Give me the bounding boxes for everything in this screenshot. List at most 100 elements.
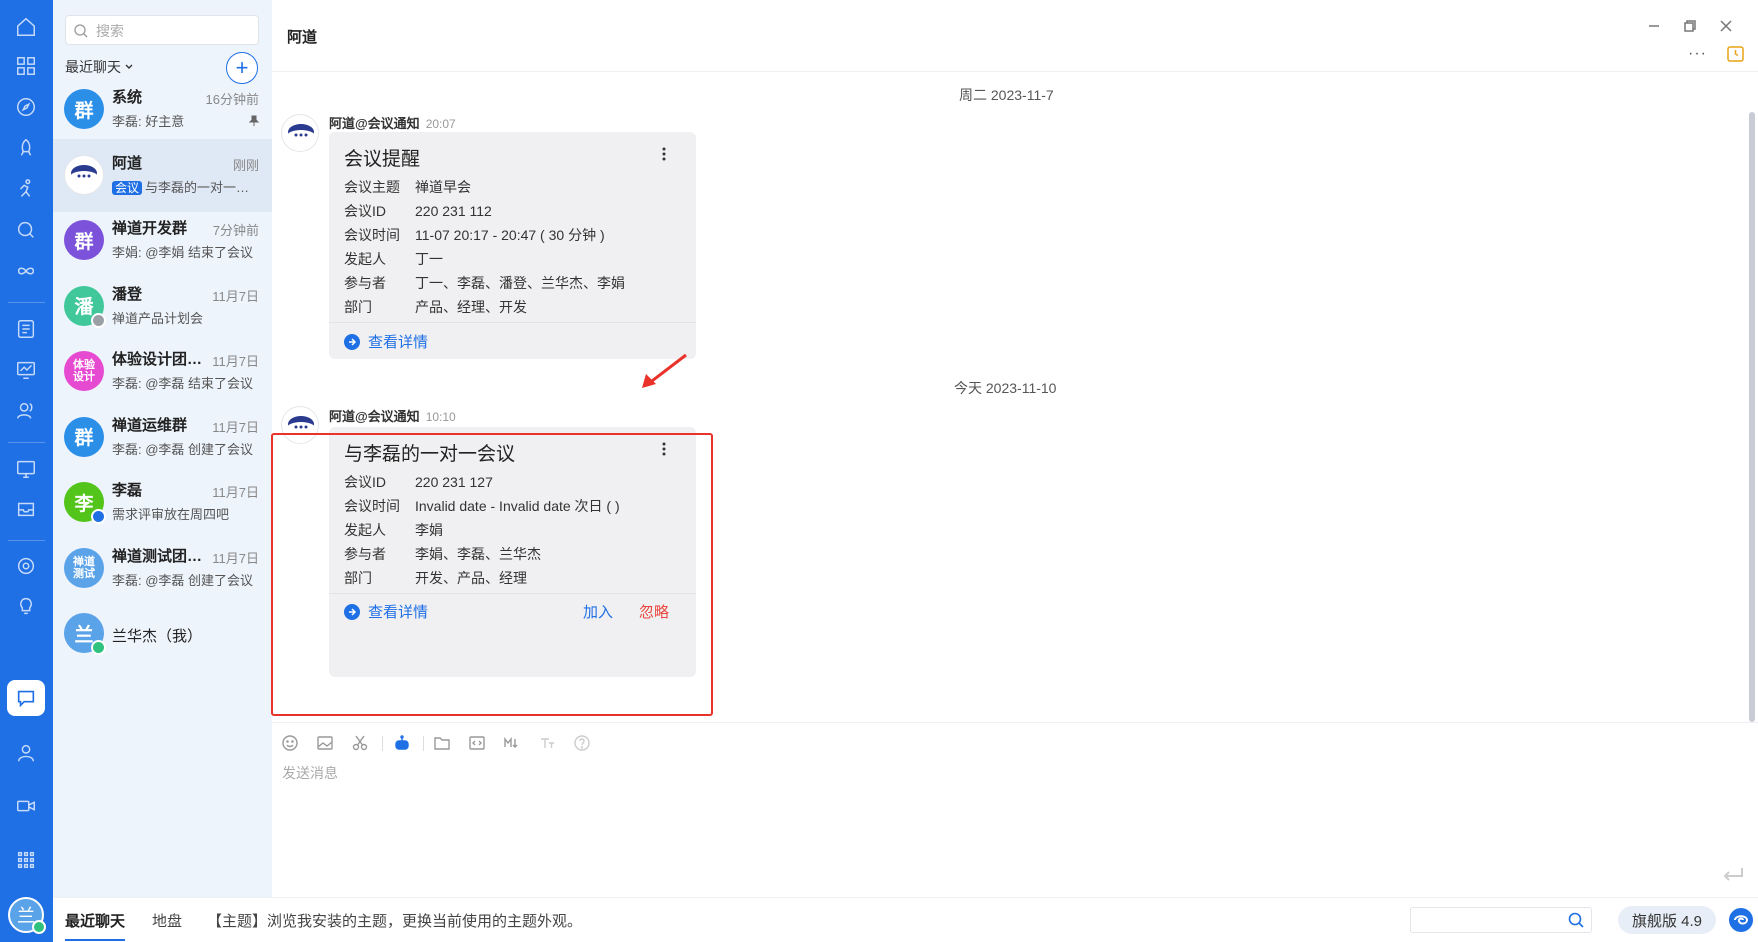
conversation-item[interactable]: 李 李磊 11月7日 需求评审放在周四吧 [53, 466, 272, 539]
conversation-name: 系统 [112, 89, 143, 106]
user-icon[interactable] [13, 740, 39, 766]
apps-grid-icon[interactable] [13, 53, 39, 79]
conversation-name: 潘登 [112, 285, 143, 303]
restore-button[interactable] [1682, 18, 1698, 34]
conversation-item[interactable]: 体验设计 体验设计团队群 11月7日 李磊: @李磊 结束了会议 [53, 335, 272, 408]
chart-screen-icon[interactable] [13, 357, 39, 383]
avatar-text: 群 [74, 100, 94, 122]
card-field-subject: 会议主题 禅道早会 [344, 177, 471, 197]
scissors-icon[interactable] [350, 733, 370, 753]
apps-icon[interactable] [13, 847, 39, 873]
video-icon[interactable] [13, 793, 39, 819]
annotation-highlight-box [271, 433, 713, 716]
tab-dashboard[interactable]: 地盘 [152, 910, 182, 931]
rocket-icon[interactable] [13, 135, 39, 161]
bot-avatar[interactable] [281, 114, 319, 152]
conversation-time: 11月7日 [212, 550, 259, 566]
message-input[interactable] [282, 763, 1682, 863]
toolbar-divider [382, 736, 383, 751]
message-time: 20:07 [425, 117, 456, 131]
chevron-down-icon [125, 64, 133, 69]
conversation-item[interactable]: 群禅道运维群 11月7日 李磊: @李磊 创建了会议 [53, 401, 272, 474]
conversation-time: 11月7日 [212, 485, 259, 500]
theme-tip-text[interactable]: 【主题】浏览我安装的主题，更换当前使用的主题外观。 [207, 910, 582, 931]
search-input[interactable] [96, 21, 246, 41]
left-rail: 兰 [0, 0, 53, 942]
online-status-icon [32, 920, 46, 934]
conversation-item[interactable]: 兰 兰华杰（我） [53, 597, 272, 670]
conversation-item[interactable]: 阿道 刚刚 会议 与李磊的一对一会议 [53, 138, 272, 212]
team-icon[interactable] [13, 398, 39, 424]
search-box[interactable] [65, 15, 259, 45]
tab-recent-chats[interactable]: 最近聊天 [65, 910, 126, 941]
card-field-id: 会议ID 220 231 112 [344, 201, 492, 221]
view-details-link[interactable]: 查看详情 [344, 331, 428, 352]
search-icon [74, 24, 88, 38]
text-format-icon[interactable] [537, 733, 557, 753]
chat-icon[interactable] [7, 680, 45, 716]
rail-divider [8, 540, 45, 541]
arrow-right-circle-icon [344, 333, 360, 350]
oa-screen-icon[interactable] [13, 456, 39, 482]
send-enter-icon[interactable] [1720, 865, 1746, 885]
minimize-button[interactable] [1646, 18, 1662, 34]
version-badge[interactable]: 旗舰版 4.9 [1618, 906, 1716, 934]
user-avatar[interactable]: 兰 [8, 897, 46, 934]
status-search-input[interactable] [1417, 911, 1557, 929]
status-dot-icon [91, 509, 106, 524]
field-key: 会议ID [344, 203, 386, 219]
code-icon[interactable] [467, 733, 487, 753]
reminder-clock-icon[interactable] [1726, 44, 1746, 64]
conversation-item[interactable]: 禅道测试 禅道测试团队群 11月7日 李磊: @李磊 创建了会议 [53, 532, 272, 605]
conversation-avatar: 禅道测试 [64, 547, 104, 588]
conversation-preview: 李磊: @李磊 创建了会议 [112, 570, 262, 589]
more-options-button[interactable]: ··· [1688, 45, 1707, 63]
field-value: 11-07 20:17 - 20:47 ( 30 分钟 ) [415, 227, 605, 243]
sender-name: 阿道@会议通知 [329, 116, 420, 131]
emoji-icon[interactable] [280, 733, 300, 753]
conversation-preview: 需求评审放在周四吧 [112, 504, 262, 523]
zentao-logo-icon[interactable] [1728, 907, 1754, 933]
conversation-preview: 李磊: @李磊 创建了会议 [112, 439, 262, 458]
conversation-list-panel: 最近聊天 + 群系统16分钟前李磊: 好主意阿道刚刚会议与李磊的一对一会议群禅道… [53, 0, 272, 897]
card-field-participants: 参与者 丁一、李磊、潘登、兰华杰、李娟 [344, 273, 625, 293]
conversation-time: 刚刚 [232, 157, 259, 173]
preview-text: 李磊: @李磊 创建了会议 [112, 441, 254, 457]
card-field-department: 部门 产品、经理、开发 [344, 297, 527, 317]
conversation-preview: 李磊: @李磊 结束了会议 [112, 373, 262, 392]
view-details-label: 查看详情 [368, 334, 429, 351]
infinity-icon[interactable] [13, 258, 39, 284]
image-icon[interactable] [315, 733, 335, 753]
gear-icon[interactable] [13, 553, 39, 579]
runner-icon[interactable] [13, 176, 39, 202]
conversation-preview: 李娟: @李娟 结束了会议 [112, 242, 262, 261]
status-search-box[interactable] [1410, 907, 1592, 933]
toolbar-divider [423, 736, 424, 751]
inbox-icon[interactable] [13, 496, 39, 522]
avatar-text: 群 [74, 428, 94, 449]
list-doc-icon[interactable] [13, 316, 39, 342]
search-icon[interactable] [13, 217, 39, 243]
conversation-item[interactable]: 潘潘登 11月7日 禅道产品计划会 [53, 270, 272, 343]
compass-icon[interactable] [13, 94, 39, 120]
card-menu-icon[interactable] [662, 146, 666, 162]
conversation-name: 李磊 [112, 482, 143, 499]
field-value: 禅道早会 [415, 179, 471, 195]
help-icon[interactable] [572, 733, 592, 753]
conversation-item[interactable]: 群 系统 16分钟前 李磊: 好主意 [53, 73, 272, 146]
close-button[interactable] [1718, 18, 1734, 34]
conversation-avatar: 体验设计 [64, 351, 104, 391]
meeting-tag: 会议 [112, 180, 143, 195]
conversation-item[interactable]: 群 禅道开发群 7分钟前 李娟: @李娟 结束了会议 [53, 204, 272, 277]
bulb-icon[interactable] [13, 593, 39, 619]
message-area[interactable]: 周二 2023-11-7 阿道@会议通知 20:07 会议提醒 会议主题 禅道早会 … [271, 72, 1758, 722]
robot-icon[interactable] [392, 733, 412, 753]
avatar-text: 群 [74, 231, 94, 253]
search-icon[interactable] [1568, 912, 1585, 929]
markdown-icon[interactable] [502, 733, 522, 753]
folder-icon[interactable] [432, 733, 452, 753]
conversation-name: 兰华杰（我） [112, 628, 203, 645]
scrollbar[interactable] [1749, 112, 1755, 722]
conversation-time: 16分钟前 [205, 92, 259, 107]
home-icon[interactable] [13, 14, 39, 40]
